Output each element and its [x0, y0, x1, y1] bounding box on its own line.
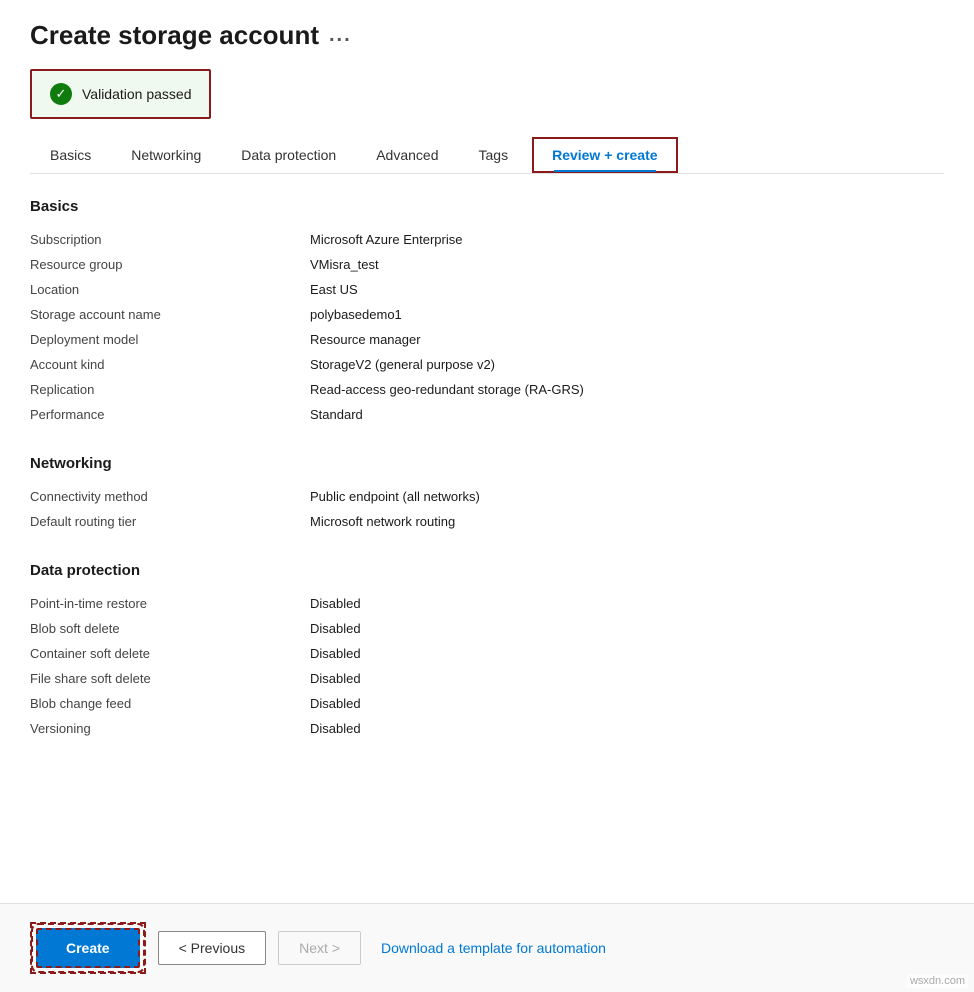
previous-button[interactable]: < Previous	[158, 931, 267, 965]
label-connectivity-method: Connectivity method	[30, 484, 310, 509]
create-button[interactable]: Create	[36, 928, 140, 968]
table-row: Subscription Microsoft Azure Enterprise	[30, 227, 944, 252]
next-button[interactable]: Next >	[278, 931, 361, 965]
basics-section-title: Basics	[30, 198, 944, 215]
footer-bar: Create < Previous Next > Download a temp…	[0, 903, 974, 992]
value-point-in-time: Disabled	[310, 591, 944, 616]
table-row: Blob change feed Disabled	[30, 691, 944, 716]
label-blob-soft-delete: Blob soft delete	[30, 616, 310, 641]
table-row: Performance Standard	[30, 402, 944, 427]
table-row: Container soft delete Disabled	[30, 641, 944, 666]
value-blob-change-feed: Disabled	[310, 691, 944, 716]
tab-review-create[interactable]: Review + create	[532, 137, 677, 173]
value-performance: Standard	[310, 402, 944, 427]
validation-banner: ✓ Validation passed	[30, 69, 211, 119]
download-template-link[interactable]: Download a template for automation	[381, 940, 606, 956]
value-routing-tier: Microsoft network routing	[310, 509, 944, 534]
tab-advanced[interactable]: Advanced	[356, 137, 458, 173]
page-title: Create storage account	[30, 20, 319, 51]
data-protection-table: Point-in-time restore Disabled Blob soft…	[30, 591, 944, 741]
table-row: Point-in-time restore Disabled	[30, 591, 944, 616]
networking-table: Connectivity method Public endpoint (all…	[30, 484, 944, 534]
data-protection-section-title: Data protection	[30, 562, 944, 579]
value-replication: Read-access geo-redundant storage (RA-GR…	[310, 377, 944, 402]
value-deployment-model: Resource manager	[310, 327, 944, 352]
page-title-area: Create storage account ...	[30, 20, 944, 51]
value-location: East US	[310, 277, 944, 302]
table-row: Versioning Disabled	[30, 716, 944, 741]
value-resource-group: VMisra_test	[310, 252, 944, 277]
table-row: Default routing tier Microsoft network r…	[30, 509, 944, 534]
validation-check-icon: ✓	[50, 83, 72, 105]
table-row: Location East US	[30, 277, 944, 302]
value-container-soft-delete: Disabled	[310, 641, 944, 666]
data-protection-section: Data protection Point-in-time restore Di…	[30, 562, 944, 741]
basics-section: Basics Subscription Microsoft Azure Ente…	[30, 198, 944, 427]
tab-tags[interactable]: Tags	[459, 137, 529, 173]
label-storage-account-name: Storage account name	[30, 302, 310, 327]
table-row: Resource group VMisra_test	[30, 252, 944, 277]
label-versioning: Versioning	[30, 716, 310, 741]
label-deployment-model: Deployment model	[30, 327, 310, 352]
basics-table: Subscription Microsoft Azure Enterprise …	[30, 227, 944, 427]
table-row: Deployment model Resource manager	[30, 327, 944, 352]
main-content: Create storage account ... ✓ Validation …	[0, 0, 974, 903]
table-row: Blob soft delete Disabled	[30, 616, 944, 641]
tab-networking[interactable]: Networking	[111, 137, 221, 173]
value-storage-account-name: polybasedemo1	[310, 302, 944, 327]
label-file-share-soft-delete: File share soft delete	[30, 666, 310, 691]
label-blob-change-feed: Blob change feed	[30, 691, 310, 716]
networking-section-title: Networking	[30, 455, 944, 472]
watermark: wsxdn.com	[907, 974, 968, 988]
value-account-kind: StorageV2 (general purpose v2)	[310, 352, 944, 377]
label-location: Location	[30, 277, 310, 302]
page-container: Create storage account ... ✓ Validation …	[0, 0, 974, 992]
label-resource-group: Resource group	[30, 252, 310, 277]
validation-text: Validation passed	[82, 86, 191, 102]
networking-section: Networking Connectivity method Public en…	[30, 455, 944, 534]
label-routing-tier: Default routing tier	[30, 509, 310, 534]
create-button-wrapper: Create	[30, 922, 146, 974]
table-row: Replication Read-access geo-redundant st…	[30, 377, 944, 402]
page-title-ellipsis: ...	[329, 24, 352, 47]
value-subscription: Microsoft Azure Enterprise	[310, 227, 944, 252]
tabs-container: Basics Networking Data protection Advanc…	[30, 137, 944, 174]
table-row: File share soft delete Disabled	[30, 666, 944, 691]
table-row: Storage account name polybasedemo1	[30, 302, 944, 327]
tab-basics[interactable]: Basics	[30, 137, 111, 173]
label-subscription: Subscription	[30, 227, 310, 252]
value-blob-soft-delete: Disabled	[310, 616, 944, 641]
label-account-kind: Account kind	[30, 352, 310, 377]
label-point-in-time: Point-in-time restore	[30, 591, 310, 616]
tab-data-protection[interactable]: Data protection	[221, 137, 356, 173]
label-replication: Replication	[30, 377, 310, 402]
value-connectivity-method: Public endpoint (all networks)	[310, 484, 944, 509]
value-file-share-soft-delete: Disabled	[310, 666, 944, 691]
table-row: Connectivity method Public endpoint (all…	[30, 484, 944, 509]
label-container-soft-delete: Container soft delete	[30, 641, 310, 666]
table-row: Account kind StorageV2 (general purpose …	[30, 352, 944, 377]
label-performance: Performance	[30, 402, 310, 427]
value-versioning: Disabled	[310, 716, 944, 741]
